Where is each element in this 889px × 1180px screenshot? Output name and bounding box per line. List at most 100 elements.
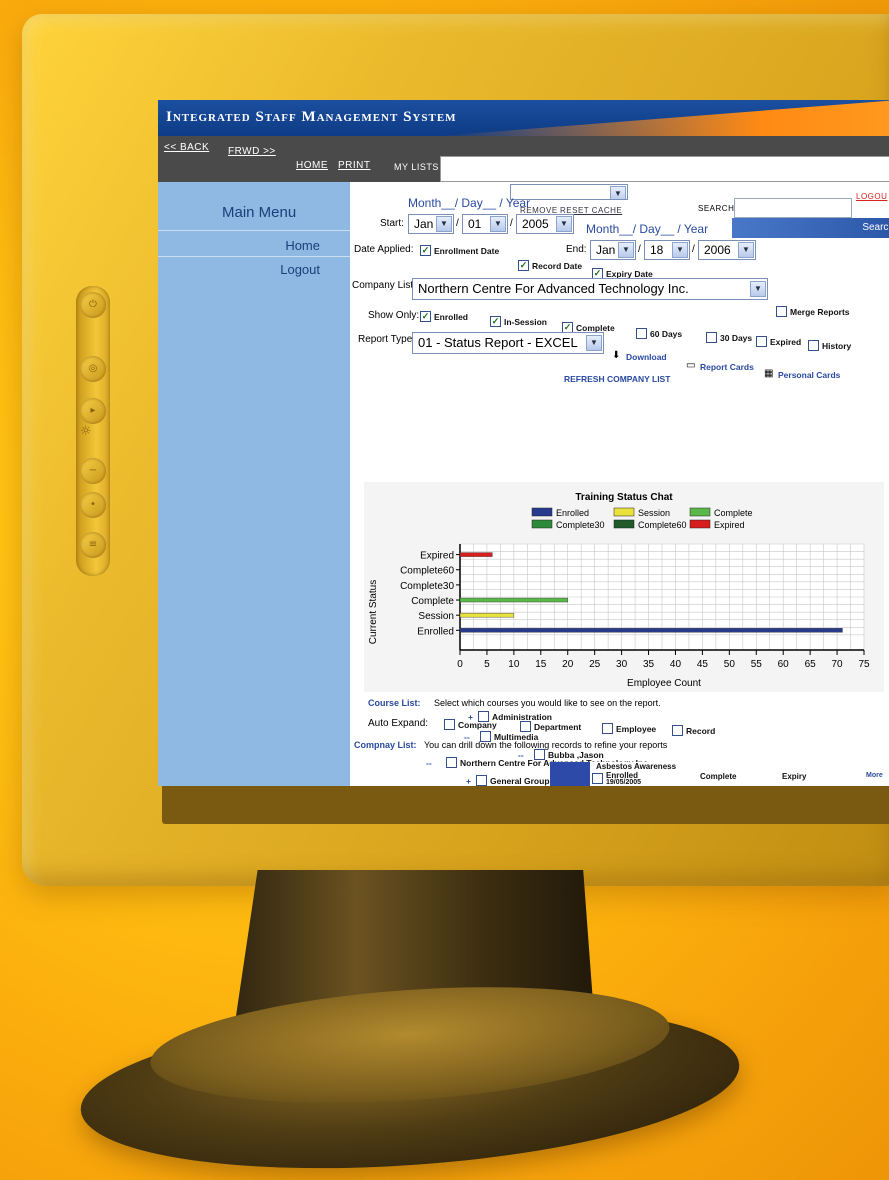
days30-checkbox[interactable] [706, 332, 717, 343]
report-cards-link[interactable]: Report Cards [700, 362, 754, 372]
record-detail-row: Asbestos Awareness Enrolled 19/05/2005 C… [550, 762, 889, 786]
company-tree-label: Compnay List: [354, 740, 417, 750]
main-menu-title: Main Menu [222, 204, 297, 221]
record-date-label: Record Date [532, 261, 583, 271]
expand-record-label: Record [686, 726, 716, 736]
my-lists-input[interactable] [440, 156, 889, 182]
x-axis-label: Employee Count [627, 678, 701, 689]
home-link[interactable]: HOME [296, 160, 328, 171]
merge-reports-label: Merge Reports [790, 307, 850, 317]
legend-swatch [689, 507, 711, 517]
tree-toggle[interactable]: -- [426, 758, 432, 768]
in-session-checkbox[interactable]: ✓ [490, 316, 501, 327]
report-card-icon[interactable]: ▭ [686, 360, 698, 371]
chart-plot: Expired Complete60 Complete30 Complete Sessi… [400, 543, 870, 670]
record-detail-stripe [550, 762, 590, 786]
detail-expiry-column: Expiry [782, 772, 807, 781]
back-link[interactable]: << BACK [164, 142, 209, 153]
y-tick-label: Enrolled [417, 626, 454, 637]
enrolled-checkbox[interactable]: ✓ [420, 311, 431, 322]
start-month-select[interactable]: Jan ▼ [408, 214, 454, 234]
tree-node-checkbox[interactable] [476, 775, 487, 786]
download-icon[interactable]: ⬇ [612, 350, 624, 361]
x-tick-label: 15 [535, 659, 547, 670]
enrollment-date-label: Enrollment Date [434, 246, 500, 256]
detail-more-link[interactable]: More [866, 772, 883, 779]
start-label: Start: [380, 218, 404, 229]
minus-icon[interactable]: − [80, 458, 106, 484]
date-separator: / [456, 218, 459, 229]
tree-node-checkbox[interactable] [534, 749, 545, 760]
end-year-select[interactable]: 2006 ▼ [698, 240, 756, 260]
personal-cards-link[interactable]: Personal Cards [778, 370, 840, 380]
download-link[interactable]: Download [626, 352, 667, 362]
logout-link[interactable]: LOGOU [856, 192, 887, 201]
enrollment-date-checkbox[interactable]: ✓ [420, 245, 431, 256]
power-icon[interactable]: ⏻ [80, 292, 106, 318]
days60-checkbox[interactable] [636, 328, 647, 339]
select-icon[interactable]: • [80, 492, 106, 518]
monitor-screen: Integrated Staff Management System << BA… [158, 100, 889, 786]
personal-card-icon[interactable]: ▦ [764, 368, 776, 379]
company-select[interactable]: Northern Centre For Advanced Technology … [412, 278, 768, 300]
x-tick-label: 65 [805, 659, 817, 670]
legend-label: Complete [714, 508, 753, 518]
print-link[interactable]: PRINT [338, 160, 371, 171]
expand-company-checkbox[interactable] [444, 719, 455, 730]
tree-node-checkbox[interactable] [446, 757, 457, 768]
search-input[interactable] [734, 198, 852, 218]
forward-link[interactable]: FRWD >> [228, 146, 276, 157]
menu-icon[interactable]: ≡ [80, 532, 106, 558]
legend-swatch [531, 519, 553, 529]
expand-employee-checkbox[interactable] [602, 723, 613, 734]
end-day-select[interactable]: 18 ▼ [644, 240, 690, 260]
history-checkbox[interactable] [808, 340, 819, 351]
nav-bar: << BACK FRWD >> HOME PRINT MY LISTS [158, 136, 889, 182]
tree-toggle[interactable]: -- [518, 750, 524, 760]
start-day-select[interactable]: 01 ▼ [462, 214, 508, 234]
y-tick-label: Complete [411, 596, 454, 607]
x-tick-label: 55 [751, 659, 763, 670]
show-only-label: Show Only: [368, 310, 420, 321]
end-month-select[interactable]: Jan ▼ [590, 240, 636, 260]
tree-toggle[interactable]: -- [464, 732, 470, 742]
detail-complete-column: Complete [700, 772, 737, 781]
x-tick-label: 60 [778, 659, 790, 670]
company-list-label: Company List: [352, 280, 416, 291]
start-month-value: Jan [414, 217, 434, 231]
bar [459, 612, 515, 618]
expand-department-label: Department [534, 722, 582, 732]
auto-expand-label: Auto Expand: [368, 718, 429, 729]
bar [459, 628, 843, 633]
expand-department-checkbox[interactable] [520, 721, 531, 732]
record-date-checkbox[interactable]: ✓ [518, 260, 529, 271]
mode-icon[interactable]: ◎ [80, 356, 106, 382]
expand-record-checkbox[interactable] [672, 725, 683, 736]
title-bar: Integrated Staff Management System [158, 100, 889, 136]
start-year-value: 2005 [522, 217, 549, 231]
start-year-select[interactable]: 2005 ▼ [516, 214, 574, 234]
detail-checkbox[interactable] [592, 773, 603, 784]
in-session-label: In-Session [504, 317, 547, 327]
end-month-value: Jan [596, 243, 616, 257]
expired-checkbox[interactable] [756, 336, 767, 347]
detail-course: Asbestos Awareness [596, 762, 677, 771]
report-type-select[interactable]: 01 - Status Report - EXCEL ▼ [412, 332, 604, 354]
tree-toggle[interactable]: + [468, 712, 473, 722]
sidebar-item-home[interactable]: Home [285, 238, 320, 253]
merge-reports-checkbox[interactable] [776, 306, 787, 317]
refresh-company-list-link[interactable]: REFRESH COMPANY LIST [564, 374, 670, 384]
x-tick-label: 40 [670, 659, 682, 670]
tree-node-checkbox[interactable] [480, 731, 491, 742]
days60-label: 60 Days [650, 329, 683, 339]
chevron-down-icon: ▼ [618, 242, 634, 258]
company-value: Northern Centre For Advanced Technology … [418, 281, 689, 296]
sidebar-item-logout[interactable]: Logout [280, 262, 320, 277]
tree-toggle[interactable]: + [466, 776, 471, 786]
y-tick-label: Complete30 [400, 581, 454, 592]
right-arrow-icon[interactable]: ▸ [80, 398, 106, 424]
chart-legend: Enrolled Complete30 Session Complete60 Compl… [531, 507, 753, 530]
tree-node-checkbox[interactable] [478, 711, 489, 722]
search-button[interactable]: Search [862, 222, 889, 233]
expired-label: Expired [770, 337, 802, 347]
